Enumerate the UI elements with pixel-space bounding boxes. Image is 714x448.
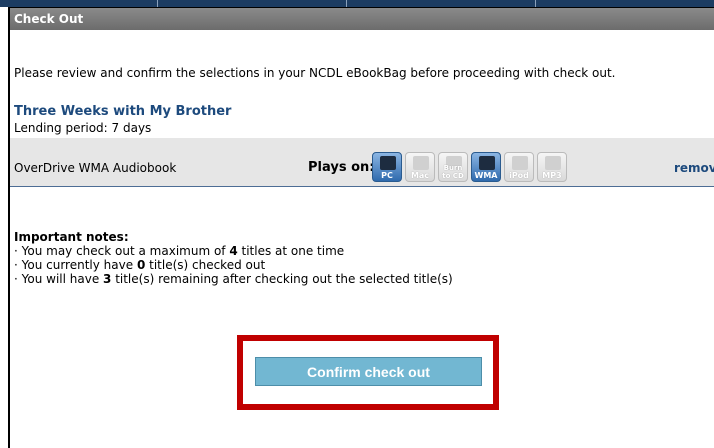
mac-icon: Mac	[405, 152, 435, 182]
top-nav-strip	[0, 0, 714, 7]
wma-icon: WMA	[471, 152, 501, 182]
nav-divider	[157, 0, 158, 7]
item-title[interactable]: Three Weeks with My Brother	[14, 104, 231, 119]
note-checked-out: · You currently have 0 title(s) checked …	[14, 258, 266, 272]
nav-divider	[535, 0, 536, 7]
plays-on-label: Plays on:	[308, 160, 375, 175]
ipod-icon: iPod	[504, 152, 534, 182]
confirm-checkout-button[interactable]: Confirm check out	[255, 357, 482, 386]
format-row: OverDrive WMA Audiobook Plays on: PC Mac…	[10, 138, 714, 187]
format-label: OverDrive WMA Audiobook	[14, 161, 177, 175]
pc-icon: PC	[372, 152, 402, 182]
burn-cd-icon: Burn to CD	[438, 152, 468, 182]
intro-text: Please review and confirm the selections…	[14, 66, 616, 80]
nav-divider	[346, 0, 347, 7]
note-remaining: · You will have 3 title(s) remaining aft…	[14, 272, 453, 286]
notes-title: Important notes:	[14, 230, 129, 244]
lending-period: Lending period: 7 days	[14, 121, 152, 135]
mp3-icon: MP3	[537, 152, 567, 182]
checkout-panel: Check Out Please review and confirm the …	[8, 7, 714, 448]
note-max-titles: · You may check out a maximum of 4 title…	[14, 244, 345, 258]
panel-header: Check Out	[10, 8, 714, 30]
remove-link[interactable]: remove	[674, 161, 714, 175]
